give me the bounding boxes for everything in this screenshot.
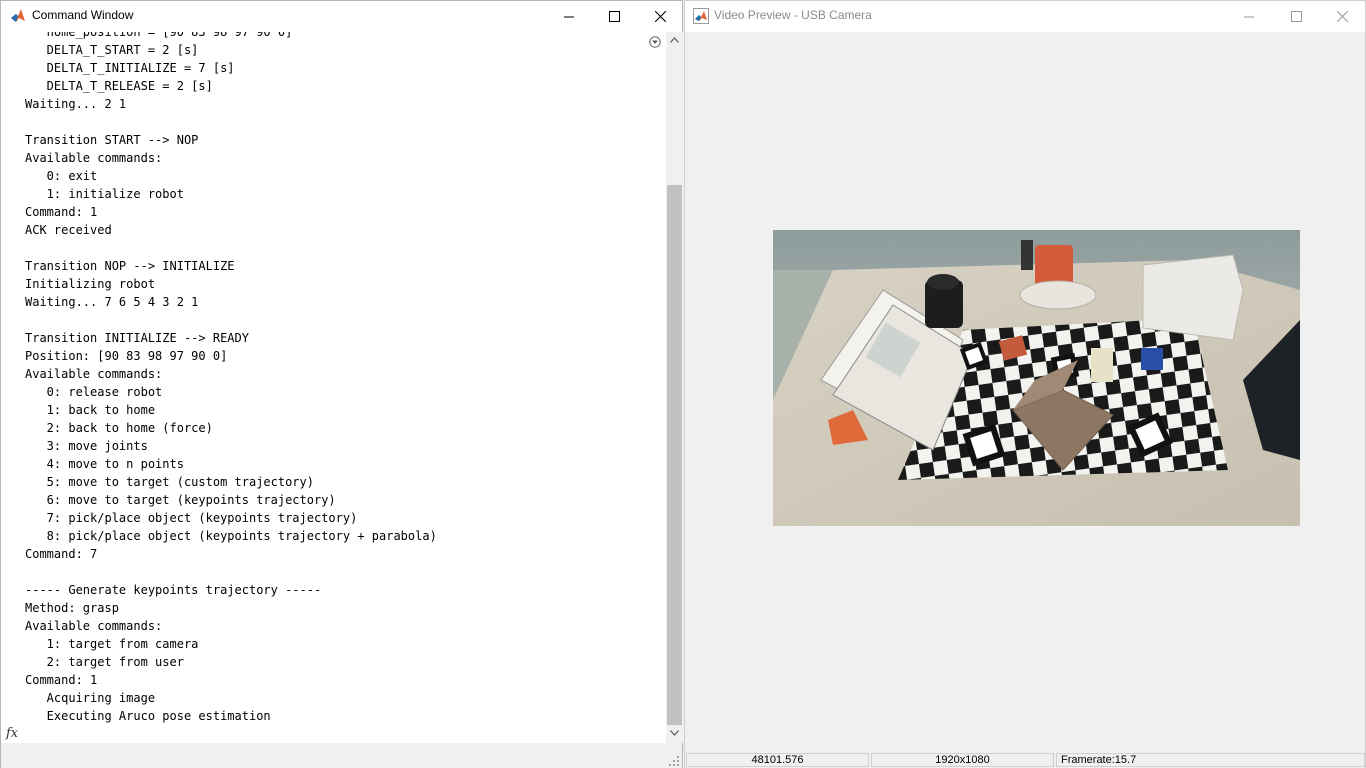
- scroll-up-icon[interactable]: [670, 37, 679, 43]
- resize-grip-icon[interactable]: [669, 756, 679, 766]
- maximize-button[interactable]: [1273, 1, 1319, 32]
- command-window-title: Command Window: [32, 8, 134, 22]
- close-icon: [654, 11, 666, 22]
- scroll-down-icon[interactable]: [670, 730, 679, 736]
- close-button[interactable]: [637, 1, 683, 32]
- command-prompt-row[interactable]: fx: [1, 726, 682, 768]
- maximize-icon: [1290, 11, 1302, 22]
- vertical-scrollbar[interactable]: [666, 32, 683, 743]
- minimize-button[interactable]: [546, 1, 592, 32]
- status-timestamp: 48101.576: [686, 753, 869, 767]
- function-browser-icon[interactable]: fx: [6, 726, 18, 741]
- collapse-arrow-icon[interactable]: [649, 36, 661, 48]
- close-button[interactable]: [1319, 1, 1365, 32]
- video-preview-title: Video Preview - USB Camera: [714, 8, 872, 22]
- video-preview-titlebar[interactable]: Video Preview - USB Camera: [685, 1, 1365, 32]
- status-bar: 48101.576 1920x1080 Framerate:15.7: [685, 752, 1365, 768]
- camera-preview-image: [773, 230, 1300, 526]
- camera-scene: [773, 230, 1300, 526]
- minimize-button[interactable]: [1226, 1, 1272, 32]
- command-window-titlebar[interactable]: Command Window: [1, 1, 682, 32]
- video-preview-window: Video Preview - USB Camera 48101.576 192…: [684, 0, 1366, 768]
- maximize-button[interactable]: [591, 1, 637, 32]
- scrollbar-thumb[interactable]: [667, 185, 682, 725]
- minimize-icon: [1244, 16, 1254, 17]
- status-resolution: 1920x1080: [871, 753, 1054, 767]
- command-window: Command Window home_position = [90 83 98…: [0, 0, 683, 768]
- matlab-icon: [11, 9, 25, 22]
- console-text: home_position = [90 83 98 97 90 0] DELTA…: [25, 32, 437, 723]
- matlab-icon: [693, 8, 709, 24]
- minimize-icon: [564, 16, 574, 17]
- status-framerate: Framerate:15.7: [1056, 753, 1365, 767]
- close-icon: [1336, 11, 1348, 22]
- maximize-icon: [608, 11, 620, 22]
- console-output[interactable]: home_position = [90 83 98 97 90 0] DELTA…: [1, 32, 666, 742]
